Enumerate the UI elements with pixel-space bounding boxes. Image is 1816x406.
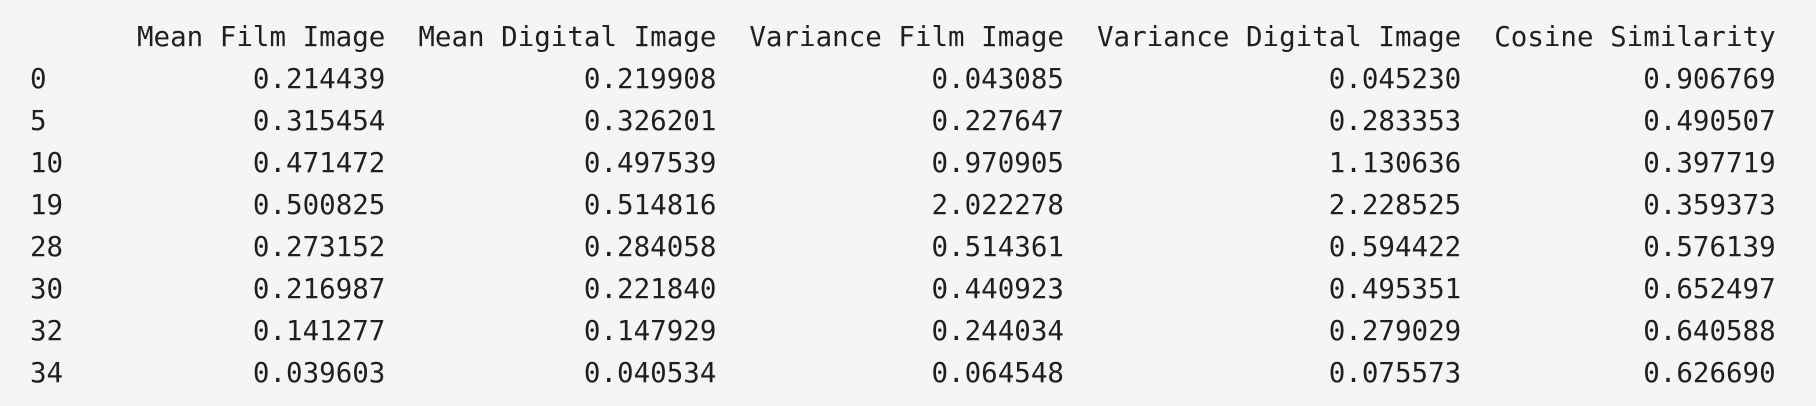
table-cell: 0.500825	[252, 189, 386, 221]
dataframe-output: Mean Film Image Mean Digital Image Varia…	[0, 0, 1816, 406]
table-cell: 0.221840	[583, 273, 717, 305]
table-cell: 0.359373	[1643, 189, 1776, 221]
row-index: 0	[30, 63, 47, 95]
table-cell: 0.064548	[931, 357, 1064, 389]
table-cell: 1.130636	[1328, 147, 1462, 179]
table-cell: 0.043085	[931, 63, 1064, 95]
table-cell: 0.141277	[252, 315, 386, 347]
table-row: 0 0.214439 0.219908 0.043085 0.045230 0.…	[18, 58, 1776, 100]
table-cell: 0.315454	[252, 105, 386, 137]
table-cell: 0.214439	[252, 63, 386, 95]
table-cell: 2.228525	[1328, 189, 1462, 221]
row-index: 32	[30, 315, 64, 347]
table-row: 32 0.141277 0.147929 0.244034 0.279029 0…	[18, 310, 1776, 352]
table-cell: 0.326201	[583, 105, 717, 137]
table-cell: 0.039603	[252, 357, 386, 389]
table-cell: 0.040534	[583, 357, 717, 389]
table-cell: 0.147929	[583, 315, 717, 347]
table-cell: 0.397719	[1643, 147, 1776, 179]
table-cell: 0.514816	[583, 189, 717, 221]
table-cell: 0.594422	[1328, 231, 1462, 263]
table-cell: 0.273152	[252, 231, 386, 263]
column-header-variance-film-image: Variance Film Image	[749, 21, 1064, 53]
table-cell: 0.626690	[1643, 357, 1776, 389]
table-cell: 0.652497	[1643, 273, 1776, 305]
table-cell: 0.227647	[931, 105, 1064, 137]
table-cell: 0.640588	[1643, 315, 1776, 347]
table-cell: 0.970905	[931, 147, 1064, 179]
row-index: 28	[30, 231, 64, 263]
row-index: 34	[30, 357, 64, 389]
row-index: 30	[30, 273, 64, 305]
table-row: 34 0.039603 0.040534 0.064548 0.075573 0…	[18, 352, 1776, 394]
table-row: 10 0.471472 0.497539 0.970905 1.130636 0…	[18, 142, 1776, 184]
table-row: 19 0.500825 0.514816 2.022278 2.228525 0…	[18, 184, 1776, 226]
table-cell: 0.284058	[583, 231, 717, 263]
table-cell: 0.514361	[931, 231, 1064, 263]
table-body: 0 0.214439 0.219908 0.043085 0.045230 0.…	[18, 58, 1776, 394]
row-index: 5	[30, 105, 47, 137]
table-cell: 0.576139	[1643, 231, 1776, 263]
table-row: 30 0.216987 0.221840 0.440923 0.495351 0…	[18, 268, 1776, 310]
table-cell: 0.490507	[1643, 105, 1776, 137]
column-header-mean-film-image: Mean Film Image	[137, 21, 386, 53]
table-cell: 0.283353	[1328, 105, 1462, 137]
table-row: 5 0.315454 0.326201 0.227647 0.283353 0.…	[18, 100, 1776, 142]
table-cell: 0.216987	[252, 273, 386, 305]
table-cell: 0.495351	[1328, 273, 1462, 305]
column-header-cosine-similarity: Cosine Similarity	[1494, 21, 1776, 53]
column-header-variance-digital-image: Variance Digital Image	[1096, 21, 1462, 53]
header-row: Mean Film Image Mean Digital Image Varia…	[18, 16, 1776, 58]
table-cell: 0.219908	[583, 63, 717, 95]
column-header-mean-digital-image: Mean Digital Image	[418, 21, 717, 53]
table-row: 28 0.273152 0.284058 0.514361 0.594422 0…	[18, 226, 1776, 268]
table-cell: 0.471472	[252, 147, 386, 179]
table-cell: 0.497539	[583, 147, 717, 179]
table-cell: 0.075573	[1328, 357, 1462, 389]
row-index: 10	[30, 147, 64, 179]
table-header: Mean Film Image Mean Digital Image Varia…	[18, 16, 1776, 58]
dataframe-table: Mean Film Image Mean Digital Image Varia…	[18, 16, 1776, 394]
table-cell: 0.279029	[1328, 315, 1462, 347]
row-index: 19	[30, 189, 64, 221]
index-column-header	[18, 16, 104, 58]
table-cell: 0.244034	[931, 315, 1064, 347]
table-cell: 0.045230	[1328, 63, 1462, 95]
table-cell: 0.440923	[931, 273, 1064, 305]
table-cell: 2.022278	[931, 189, 1064, 221]
table-cell: 0.906769	[1643, 63, 1776, 95]
